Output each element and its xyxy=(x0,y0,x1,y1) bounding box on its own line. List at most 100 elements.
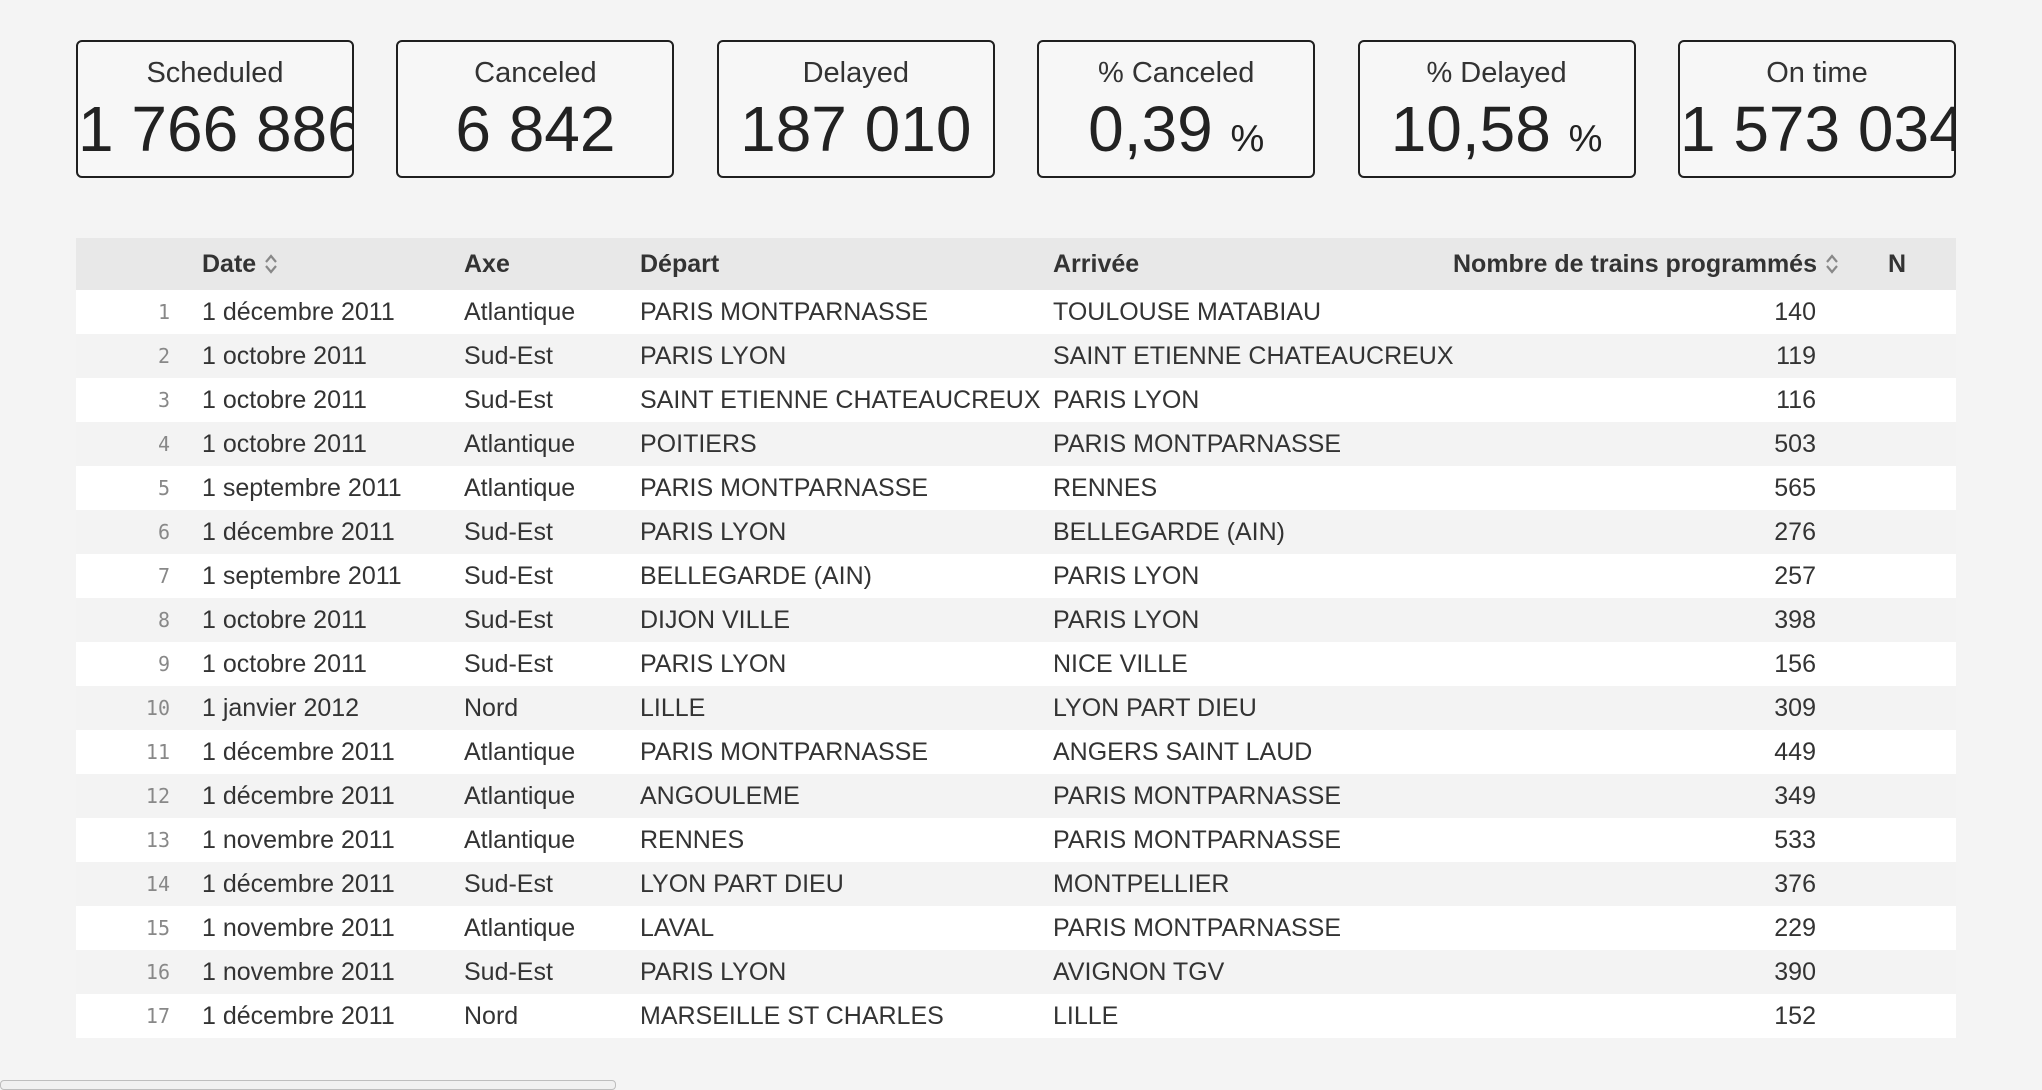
cell-nb-trains: 156 xyxy=(1453,642,1876,686)
cell-next-partial xyxy=(1876,686,1956,730)
horizontal-scrollbar[interactable] xyxy=(0,1080,616,1090)
cell-axe: Atlantique xyxy=(464,730,640,774)
cell-date: 1 octobre 2011 xyxy=(202,334,464,378)
cell-arrivee: ANGERS SAINT LAUD xyxy=(1053,730,1453,774)
cell-date: 1 octobre 2011 xyxy=(202,598,464,642)
cell-nb-trains: 229 xyxy=(1453,906,1876,950)
cell-arrivee-text: PARIS LYON xyxy=(1053,561,1200,590)
table-row[interactable]: 17 1 décembre 2011 Nord MARSEILLE ST CHARLE… xyxy=(76,994,1956,1038)
cell-depart-text: ANGOULEME xyxy=(640,781,800,810)
cell-depart-text: LAVAL xyxy=(640,913,715,942)
cell-axe: Atlantique xyxy=(464,422,640,466)
table-row[interactable]: 8 1 octobre 2011 Sud-Est DIJON VILLE PARIS L… xyxy=(76,598,1956,642)
cell-nb-trains-text: 565 xyxy=(1774,473,1816,502)
cell-axe: Sud-Est xyxy=(464,598,640,642)
header-axe[interactable]: Axe xyxy=(464,238,640,290)
cell-axe: Atlantique xyxy=(464,818,640,862)
row-index-text: 11 xyxy=(145,740,170,764)
cell-arrivee-text: PARIS MONTPARNASSE xyxy=(1053,825,1342,854)
sort-icon[interactable] xyxy=(264,253,278,275)
cell-nb-trains-text: 116 xyxy=(1776,385,1816,414)
row-index: 7 xyxy=(76,554,202,598)
row-index-text: 5 xyxy=(157,476,170,500)
header-nb-trains[interactable]: Nombre de trains programmés xyxy=(1453,238,1876,290)
cell-date-text: 1 novembre 2011 xyxy=(202,957,395,986)
cell-depart: PARIS LYON xyxy=(640,642,1053,686)
cell-depart: PARIS MONTPARNASSE xyxy=(640,290,1053,334)
table-row[interactable]: 13 1 novembre 2011 Atlantique RENNES PARIS M… xyxy=(76,818,1956,862)
cell-next-partial xyxy=(1876,906,1956,950)
kpi-value: 187 010 xyxy=(719,92,993,166)
cell-date-text: 1 septembre 2011 xyxy=(202,473,402,502)
table-row[interactable]: 12 1 décembre 2011 Atlantique ANGOULEME PARI… xyxy=(76,774,1956,818)
table-row[interactable]: 1 1 décembre 2011 Atlantique PARIS MONTPARN… xyxy=(76,290,1956,334)
cell-nb-trains: 116 xyxy=(1453,378,1876,422)
table-row[interactable]: 3 1 octobre 2011 Sud-Est SAINT ETIENNE CHAT… xyxy=(76,378,1956,422)
cell-nb-trains-text: 398 xyxy=(1774,605,1816,634)
cell-nb-trains: 309 xyxy=(1453,686,1876,730)
header-arrivee[interactable]: Arrivée xyxy=(1053,238,1453,290)
cell-depart: DIJON VILLE xyxy=(640,598,1053,642)
row-index: 2 xyxy=(76,334,202,378)
data-table-container[interactable]: Date Axe Départ Arrivée Nombre de trains… xyxy=(76,238,1956,1038)
cell-nb-trains-text: 257 xyxy=(1774,561,1816,590)
cell-nb-trains: 449 xyxy=(1453,730,1876,774)
cell-axe: Sud-Est xyxy=(464,510,640,554)
cell-axe: Sud-Est xyxy=(464,862,640,906)
kpi-value: 10,58 % xyxy=(1360,92,1634,176)
cell-nb-trains-text: 449 xyxy=(1774,737,1816,766)
cell-depart: PARIS MONTPARNASSE xyxy=(640,466,1053,510)
table-row[interactable]: 7 1 septembre 2011 Sud-Est BELLEGARDE (AIN)… xyxy=(76,554,1956,598)
cell-date-text: 1 décembre 2011 xyxy=(202,297,395,326)
table-row[interactable]: 11 1 décembre 2011 Atlantique PARIS MONTPAR… xyxy=(76,730,1956,774)
table-row[interactable]: 16 1 novembre 2011 Sud-Est PARIS LYON AVIGNO… xyxy=(76,950,1956,994)
cell-nb-trains-text: 309 xyxy=(1774,693,1816,722)
table-row[interactable]: 5 1 septembre 2011 Atlantique PARIS MONTPAR… xyxy=(76,466,1956,510)
kpi-number: 1 573 034 xyxy=(1679,93,1956,165)
cell-depart: SAINT ETIENNE CHATEAUCREUX xyxy=(640,378,1053,422)
cell-depart-text: PARIS LYON xyxy=(640,957,787,986)
cell-arrivee: SAINT ETIENNE CHATEAUCREUX xyxy=(1053,334,1453,378)
table-row[interactable]: 9 1 octobre 2011 Sud-Est PARIS LYON NICE VIL… xyxy=(76,642,1956,686)
kpi-number: 0,39 xyxy=(1088,93,1213,165)
row-index-text: 8 xyxy=(157,608,170,632)
cell-arrivee-text: PARIS MONTPARNASSE xyxy=(1053,429,1342,458)
header-depart[interactable]: Départ xyxy=(640,238,1053,290)
cell-depart-text: DIJON VILLE xyxy=(640,605,791,634)
cell-axe-text: Nord xyxy=(464,693,519,722)
row-index-text: 14 xyxy=(145,872,170,896)
cell-nb-trains-text: 140 xyxy=(1774,297,1816,326)
cell-nb-trains: 276 xyxy=(1453,510,1876,554)
kpi-label: % Canceled xyxy=(1097,57,1255,89)
cell-depart-text: POITIERS xyxy=(640,429,757,458)
table-row[interactable]: 2 1 octobre 2011 Sud-Est PARIS LYON SAINT ET… xyxy=(76,334,1956,378)
cell-nb-trains-text: 390 xyxy=(1774,957,1816,986)
cell-arrivee: NICE VILLE xyxy=(1053,642,1453,686)
cell-depart-text: MARSEILLE ST CHARLES xyxy=(640,1001,944,1030)
cell-date-text: 1 octobre 2011 xyxy=(202,429,367,458)
kpi-label: Scheduled xyxy=(146,57,284,89)
cell-arrivee-text: TOULOUSE MATABIAU xyxy=(1053,297,1322,326)
row-index: 16 xyxy=(76,950,202,994)
cell-date-text: 1 janvier 2012 xyxy=(202,693,360,722)
header-next-partial[interactable]: N xyxy=(1876,238,1956,290)
table-row[interactable]: 6 1 décembre 2011 Sud-Est PARIS LYON BELLEGA… xyxy=(76,510,1956,554)
cell-arrivee-text: NICE VILLE xyxy=(1053,649,1188,678)
cell-depart-text: PARIS LYON xyxy=(640,649,787,678)
table-row[interactable]: 14 1 décembre 2011 Sud-Est LYON PART DIEU MO… xyxy=(76,862,1956,906)
row-index: 8 xyxy=(76,598,202,642)
sort-icon[interactable] xyxy=(1825,253,1839,275)
table-row[interactable]: 4 1 octobre 2011 Atlantique POITIERS PARIS M… xyxy=(76,422,1956,466)
cell-arrivee-text: LYON PART DIEU xyxy=(1053,693,1257,722)
header-date[interactable]: Date xyxy=(202,238,464,290)
table-row[interactable]: 15 1 novembre 2011 Atlantique LAVAL PARIS MO… xyxy=(76,906,1956,950)
row-index: 5 xyxy=(76,466,202,510)
cell-nb-trains: 503 xyxy=(1453,422,1876,466)
cell-date-text: 1 octobre 2011 xyxy=(202,341,367,370)
table-row[interactable]: 10 1 janvier 2012 Nord LILLE LYON PART DIEU 3… xyxy=(76,686,1956,730)
kpi-label: On time xyxy=(1766,57,1868,89)
cell-next-partial xyxy=(1876,334,1956,378)
cell-date-text: 1 décembre 2011 xyxy=(202,869,395,898)
row-index-text: 17 xyxy=(145,1004,170,1028)
row-index: 13 xyxy=(76,818,202,862)
